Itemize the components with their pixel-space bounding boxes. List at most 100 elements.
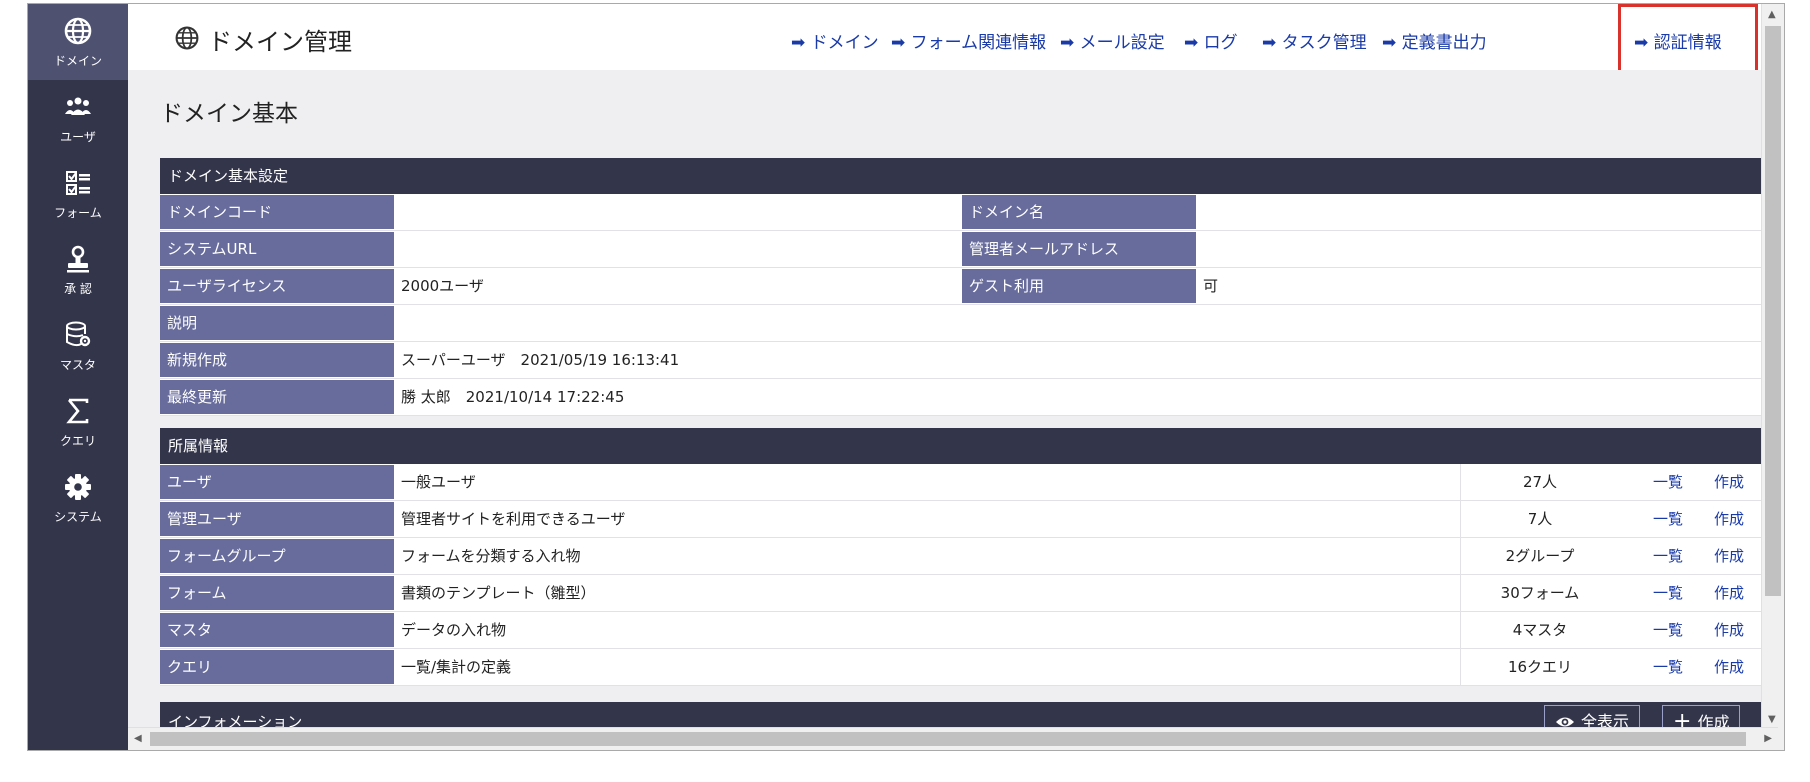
- affiliation-section: 所属情報 ユーザ 一般ユーザ 27人 一覧 作成 管理ユーザ 管理者サイトを利用…: [160, 428, 1762, 686]
- sidebar-item-system[interactable]: システム: [28, 460, 128, 536]
- globe-icon: [64, 17, 92, 45]
- field-description: 一般ユーザ: [401, 473, 476, 491]
- globe-icon: [175, 26, 199, 50]
- count-value: 27人: [1522, 473, 1558, 491]
- table-row: ドメインコード ドメイン名: [160, 194, 1762, 231]
- scrollbar-thumb[interactable]: [150, 732, 1746, 746]
- top-header: ドメイン管理 ➡ ドメイン ➡ フォーム関連情報 ➡ メール設定 ➡ ログ ➡ …: [128, 4, 1778, 76]
- page-title: ドメイン基本: [160, 101, 298, 127]
- field-value: 可: [1203, 277, 1219, 295]
- field-label: 新規作成: [160, 343, 394, 377]
- field-value: スーパーユーザ 2021/05/19 16:13:41: [401, 351, 680, 369]
- field-description: 一覧/集計の定義: [401, 658, 512, 676]
- section-heading: ドメイン基本設定: [160, 158, 1762, 194]
- field-label: クエリ: [160, 650, 394, 684]
- scroll-down-icon[interactable]: ▼: [1768, 714, 1776, 725]
- field-label: ゲスト利用: [962, 269, 1196, 303]
- nav-link-task-management[interactable]: ➡ タスク管理: [1262, 28, 1367, 53]
- field-label: 管理ユーザ: [160, 502, 394, 536]
- list-link[interactable]: 一覧: [1653, 464, 1683, 500]
- field-label: ユーザライセンス: [160, 269, 394, 303]
- sidebar-item-forms[interactable]: フォーム: [28, 156, 128, 232]
- sidebar-item-label: システム: [54, 510, 102, 524]
- table-row: システムURL 管理者メールアドレス: [160, 231, 1762, 268]
- sidebar: ドメイン ユーザ フォーム 承 認 マスタ クエリ システム: [28, 4, 128, 750]
- sidebar-item-label: ユーザ: [60, 130, 96, 144]
- field-label: ドメインコード: [160, 195, 394, 229]
- field-value: 勝 太郎 2021/10/14 17:22:45: [401, 388, 625, 406]
- field-description: フォームを分類する入れ物: [401, 547, 581, 565]
- gear-icon: [65, 474, 91, 500]
- field-label: マスタ: [160, 613, 394, 647]
- table-row: 最終更新 勝 太郎 2021/10/14 17:22:45: [160, 379, 1762, 416]
- field-label: システムURL: [160, 232, 394, 266]
- field-description: 書類のテンプレート（雛型）: [401, 584, 596, 602]
- sidebar-item-label: フォーム: [54, 206, 102, 220]
- create-link[interactable]: 作成: [1714, 538, 1744, 574]
- count-value: 30フォーム: [1500, 584, 1580, 602]
- nav-link-log[interactable]: ➡ ログ: [1184, 28, 1238, 53]
- list-link[interactable]: 一覧: [1653, 538, 1683, 574]
- app-window: ドメイン ユーザ フォーム 承 認 マスタ クエリ システム ドメイン管理 ➡ …: [27, 3, 1785, 751]
- count-value: 16クエリ: [1507, 658, 1573, 676]
- sidebar-item-users[interactable]: ユーザ: [28, 80, 128, 156]
- field-label: 説明: [160, 306, 394, 340]
- table-row: フォーム 書類のテンプレート（雛型） 30フォーム 一覧 作成: [160, 575, 1762, 612]
- table-row: 説明: [160, 305, 1762, 342]
- create-link[interactable]: 作成: [1714, 501, 1744, 537]
- field-description: 管理者サイトを利用できるユーザ: [401, 510, 626, 528]
- create-link[interactable]: 作成: [1714, 612, 1744, 648]
- sidebar-item-domain[interactable]: ドメイン: [28, 4, 128, 80]
- field-label: ユーザ: [160, 465, 394, 499]
- horizontal-scrollbar[interactable]: ◀ ▶: [128, 727, 1778, 750]
- sidebar-item-approval[interactable]: 承 認: [28, 232, 128, 308]
- create-link[interactable]: 作成: [1714, 464, 1744, 500]
- count-value: 7人: [1527, 510, 1553, 528]
- scroll-up-icon[interactable]: ▲: [1768, 9, 1776, 20]
- field-label: フォームグループ: [160, 539, 394, 573]
- table-row: フォームグループ フォームを分類する入れ物 2グループ 一覧 作成: [160, 538, 1762, 575]
- section-heading: 所属情報: [160, 428, 1762, 464]
- table-row: 新規作成 スーパーユーザ 2021/05/19 16:13:41: [160, 342, 1762, 379]
- field-description: データの入れ物: [401, 621, 507, 639]
- field-label: フォーム: [160, 576, 394, 610]
- nav-link-definition-export[interactable]: ➡ 定義書出力: [1382, 28, 1487, 53]
- sidebar-item-label: ドメイン: [53, 54, 102, 68]
- table-row: ユーザライセンス 2000ユーザ ゲスト利用 可: [160, 268, 1762, 305]
- count-value: 2グループ: [1505, 547, 1575, 565]
- create-link[interactable]: 作成: [1714, 575, 1744, 611]
- table-row: 管理ユーザ 管理者サイトを利用できるユーザ 7人 一覧 作成: [160, 501, 1762, 538]
- list-link[interactable]: 一覧: [1653, 649, 1683, 685]
- vertical-scrollbar[interactable]: ▲ ▼: [1761, 4, 1784, 730]
- table-row: ユーザ 一般ユーザ 27人 一覧 作成: [160, 464, 1762, 501]
- field-value: 2000ユーザ: [401, 277, 484, 295]
- users-icon: [65, 97, 91, 115]
- table-row: クエリ 一覧/集計の定義 16クエリ 一覧 作成: [160, 649, 1762, 686]
- checklist-icon: [66, 171, 90, 195]
- database-icon: [66, 321, 91, 347]
- sidebar-item-label: マスタ: [59, 358, 96, 372]
- create-link[interactable]: 作成: [1714, 649, 1744, 685]
- count-value: 4マスタ: [1512, 621, 1568, 639]
- nav-link-domain[interactable]: ➡ ドメイン: [791, 28, 879, 53]
- sidebar-item-query[interactable]: クエリ: [28, 384, 128, 460]
- field-label: ドメイン名: [962, 195, 1196, 229]
- nav-link-form-info[interactable]: ➡ フォーム関連情報: [891, 28, 1046, 53]
- scroll-right-icon[interactable]: ▶: [1764, 733, 1772, 744]
- main-content: ドメイン基本 ドメイン基本設定 ドメインコード ドメイン名 システムURL 管理…: [128, 70, 1778, 742]
- list-link[interactable]: 一覧: [1653, 501, 1683, 537]
- sidebar-item-label: 承 認: [64, 282, 92, 296]
- scroll-left-icon[interactable]: ◀: [134, 733, 142, 744]
- highlight-box: [1618, 4, 1758, 76]
- scrollbar-thumb[interactable]: [1765, 26, 1781, 596]
- field-label: 最終更新: [160, 380, 394, 414]
- field-label: 管理者メールアドレス: [962, 232, 1196, 266]
- sidebar-item-label: クエリ: [59, 434, 96, 448]
- list-link[interactable]: 一覧: [1653, 575, 1683, 611]
- basic-settings-section: ドメイン基本設定 ドメインコード ドメイン名 システムURL 管理者メールアドレ…: [160, 158, 1762, 416]
- sigma-icon: [66, 398, 89, 424]
- sidebar-item-master[interactable]: マスタ: [28, 308, 128, 384]
- app-title: ドメイン管理: [208, 28, 352, 56]
- nav-link-mail-settings[interactable]: ➡ メール設定: [1060, 28, 1165, 53]
- list-link[interactable]: 一覧: [1653, 612, 1683, 648]
